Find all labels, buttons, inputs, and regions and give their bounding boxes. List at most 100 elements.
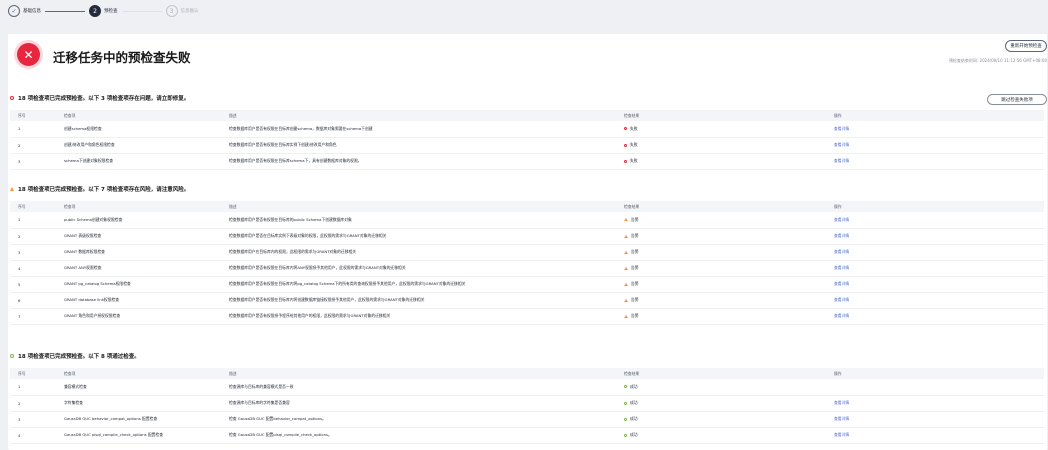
row-item: GRANT 数据库权限检查 [56, 244, 221, 261]
check-end-time: 预检查结束时间: 2024/09/10 11:12:56 GMT+08:00 [948, 58, 1047, 63]
col-action: 操作 [826, 201, 1044, 212]
row-result: 失败 [616, 153, 826, 170]
row-action: 查看详情 [826, 308, 1044, 325]
col-item: 检查项 [56, 201, 221, 212]
fail-dot-icon [624, 159, 627, 163]
row-result: 告警 [616, 276, 826, 293]
row-index: 1 [10, 212, 56, 229]
fail-dot-icon [10, 96, 14, 100]
row-action: 查看详情 [826, 411, 1044, 428]
table-row: 7 GRANT 角色和用户授权权限检查 检查数据库用户是否有权限授予程序给其他用… [10, 308, 1044, 325]
row-index: 6 [10, 292, 56, 309]
recheck-button[interactable]: 重新开始预检查 [1005, 40, 1047, 52]
view-details-link[interactable]: 查看详情 [834, 217, 849, 222]
row-item: GRANT ANY权限检查 [56, 260, 221, 277]
view-details-link[interactable]: 查看详情 [834, 265, 849, 270]
fail-dot-icon [624, 143, 627, 147]
col-action: 操作 [826, 110, 1044, 121]
warning-icon [624, 250, 628, 254]
row-item: GaussDB GUC plsql_compile_check_options … [56, 427, 221, 444]
row-description: 检查数据库用户是否在目标库实例下表级对象的权限，此权限的需求与GRANT对象的迁… [221, 228, 616, 245]
row-result: 告警 [616, 228, 826, 245]
passed-table: 序号 检查项 描述 检查结果 操作 1 兼容模式检查 检查源库与目标库的兼容模式… [10, 368, 1044, 444]
error-icon: ✕ [17, 43, 40, 66]
row-item: 创建/修改用户和角色权限检查 [56, 137, 221, 154]
result-header: ✕ 迁移任务中的预检查失败 重新开始预检查 预检查结束时间: 2024/09/1… [8, 34, 1047, 86]
row-description: 检查 GaussDB GUC 配置behavior_compat_options… [221, 411, 616, 428]
view-details-link[interactable]: 查看详情 [834, 142, 849, 147]
row-item: GaussDB GUC behavior_compat_options 配置检查 [56, 411, 221, 428]
row-result-text: 告警 [631, 233, 639, 238]
success-dot-icon [624, 385, 627, 389]
table-row: 1 兼容模式检查 检查源库与目标库的兼容模式是否一致 成功 [10, 379, 1044, 396]
warning-icon [624, 298, 628, 302]
row-result-text: 失败 [630, 158, 638, 163]
row-description: 检查数据库用户是否有权限在目标库实例下创建/修改用户和角色 [221, 137, 616, 154]
view-details-link[interactable]: 查看详情 [834, 249, 849, 254]
row-item: 创建schema权限检查 [56, 121, 221, 138]
col-result: 检查结果 [616, 201, 826, 212]
row-description: 检查数据库用户在目标库内的权限，此权限的需求与GRANT对象的迁移相关 [221, 244, 616, 261]
col-description: 描述 [221, 368, 616, 379]
row-description: 检查数据库用户是否有权限在目标库的public Schema下创建数据库对象 [221, 212, 616, 229]
view-details-link[interactable]: 查看详情 [834, 281, 849, 286]
step-2-number: 2 [89, 5, 101, 17]
row-result-text: 告警 [631, 265, 639, 270]
check-icon: ✓ [8, 5, 20, 17]
view-details-link[interactable]: 查看详情 [834, 432, 849, 437]
view-details-link[interactable]: 查看详情 [834, 126, 849, 131]
row-action: 查看详情 [826, 228, 1044, 245]
row-action: 查看详情 [826, 121, 1044, 138]
col-description: 描述 [221, 201, 616, 212]
row-result: 成功 [616, 395, 826, 412]
warning-icon [624, 234, 628, 238]
table-row: 2 字符集检查 检查源库与目标库的字符集是否兼容 成功 查看详情 [10, 395, 1044, 412]
row-description: 检查源库与目标库的字符集是否兼容 [221, 395, 616, 412]
table-row: 2 GRANT 表级权限检查 检查数据库用户是否在目标库实例下表级对象的权限，此… [10, 228, 1044, 245]
table-row: 4 GRANT ANY权限检查 检查数据库用户是否有权限在目标库内将ANY权限授… [10, 260, 1044, 277]
warning-icon [624, 282, 628, 286]
table-row: 3 GRANT 数据库权限检查 检查数据库用户在目标库内的权限，此权限的需求与G… [10, 244, 1044, 261]
table-row: 6 GRANT database link权限检查 检查数据库用户是否有权限在目… [10, 292, 1044, 309]
table-row: 5 GRANT pg_catalog Schema权限检查 检查数据库用户是否有… [10, 276, 1044, 293]
row-index: 2 [10, 395, 56, 412]
failed-section-title: 18 项检查项已完成预检查。以下 3 项检查项存在问题，请立即修复。 [10, 94, 189, 102]
table-row: 3 schema下创建对象权限检查 检查数据库用户是否有权限在目标库schema… [10, 153, 1044, 170]
col-result: 检查结果 [616, 110, 826, 121]
row-result-text: 告警 [631, 297, 639, 302]
row-item: GRANT 角色和用户授权权限检查 [56, 308, 221, 325]
row-item: 兼容模式检查 [56, 379, 221, 396]
passed-section-text: 18 项检查项已完成预检查。以下 8 项通过检查。 [18, 354, 140, 360]
row-action: 查看详情 [826, 153, 1044, 170]
step-connector [45, 10, 85, 12]
row-index: 2 [10, 137, 56, 154]
row-result: 失败 [616, 121, 826, 138]
view-details-link[interactable]: 查看详情 [834, 233, 849, 238]
view-details-link[interactable]: 查看详情 [834, 297, 849, 302]
row-index: 2 [10, 228, 56, 245]
warning-icon [624, 314, 628, 318]
row-action: 查看详情 [826, 137, 1044, 154]
row-item: 字符集检查 [56, 395, 221, 412]
view-details-link[interactable]: 查看详情 [834, 158, 849, 163]
warning-icon [10, 187, 14, 191]
row-result: 成功 [616, 427, 826, 444]
warning-table: 序号 检查项 描述 检查结果 操作 1 public Schema创建对象权限检… [10, 201, 1044, 325]
row-result: 告警 [616, 212, 826, 229]
row-result: 告警 [616, 244, 826, 261]
view-details-link[interactable]: 查看详情 [834, 416, 849, 421]
row-action: 查看详情 [826, 292, 1044, 309]
row-action: 查看详情 [826, 276, 1044, 293]
row-result-text: 失败 [630, 142, 638, 147]
view-details-link[interactable]: 查看详情 [834, 313, 849, 318]
table-header-row: 序号 检查项 描述 检查结果 操作 [10, 110, 1044, 121]
row-item: public Schema创建对象权限检查 [56, 212, 221, 229]
step-2-label: 预检查 [104, 9, 118, 14]
view-details-link[interactable]: 查看详情 [834, 400, 849, 405]
skip-failed-button[interactable]: 跳过检查失败项 [987, 94, 1047, 105]
row-description: 检查数据库用户是否有权限在目标库内将ANY权限授予其他用户，此权限的需求与GRA… [221, 260, 616, 277]
table-row: 2 创建/修改用户和角色权限检查 检查数据库用户是否有权限在目标库实例下创建/修… [10, 137, 1044, 154]
row-result-text: 成功 [630, 432, 638, 437]
col-result: 检查结果 [616, 368, 826, 379]
success-dot-icon [624, 401, 627, 405]
